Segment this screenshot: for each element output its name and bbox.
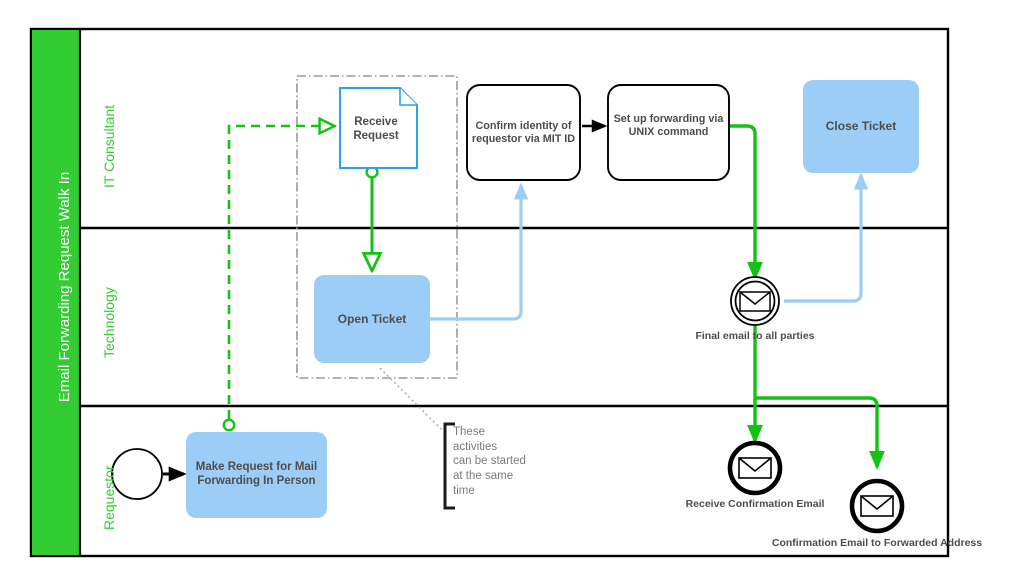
lane-label-requestor: Requestor — [101, 465, 117, 530]
event-start-circle[interactable] — [111, 448, 163, 500]
lane-label-technology: Technology — [101, 287, 117, 358]
bpmn-diagram-canvas: Email Forwarding Request Walk In IT Cons… — [0, 0, 1012, 588]
pool-label: Email Forwarding Request Walk In — [56, 171, 73, 403]
event-caption-confirmation-forwarded: Confirmation Email to Forwarded Address — [771, 537, 983, 549]
event-caption-receive-confirmation: Receive Confirmation Email — [685, 498, 825, 510]
lane-label-it-consultant: IT Consultant — [101, 104, 117, 188]
event-caption-final-email: Final email to all parties — [695, 330, 815, 342]
message-flow-origin-dot — [222, 418, 236, 432]
annotation-parallel-activities: These activities can be started at the s… — [453, 426, 526, 497]
node-open-ticket-shape[interactable] — [314, 275, 430, 363]
node-confirm-identity-shape[interactable] — [466, 84, 581, 181]
node-set-up-forwarding-shape[interactable] — [607, 84, 730, 181]
node-close-ticket-shape[interactable] — [803, 80, 919, 173]
node-make-request-shape[interactable] — [186, 432, 327, 518]
